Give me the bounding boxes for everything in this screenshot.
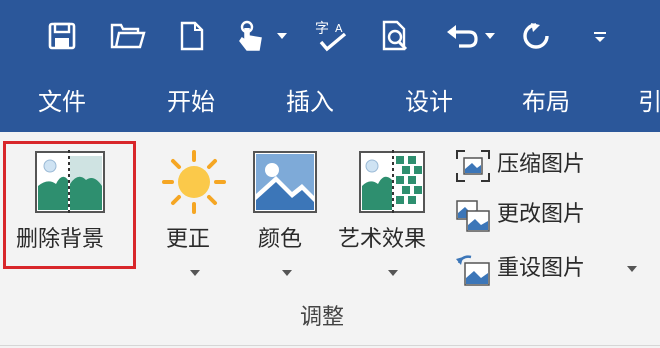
- open-folder-icon: [110, 23, 146, 49]
- customize-icon: [594, 32, 606, 42]
- color-button[interactable]: 颜色: [250, 146, 322, 286]
- artistic-effects-icon: [359, 150, 425, 214]
- reset-picture-button[interactable]: 重设图片: [455, 250, 645, 290]
- spelling-check-icon: 字 A: [315, 21, 347, 52]
- new-document-icon: [180, 21, 204, 51]
- group-divider: [0, 345, 660, 346]
- print-preview-button[interactable]: [378, 18, 414, 54]
- chevron-down-icon: [277, 33, 287, 39]
- group-label-adjust: 调整: [300, 305, 345, 330]
- customize-toolbar-button[interactable]: [588, 18, 612, 54]
- chevron-down-icon: [627, 266, 637, 272]
- picture-color-icon: [253, 151, 317, 213]
- new-document-button[interactable]: [176, 18, 208, 54]
- tab-file[interactable]: 文件: [38, 86, 86, 118]
- tab-design[interactable]: 设计: [405, 86, 453, 118]
- tab-layout[interactable]: 布局: [522, 86, 570, 118]
- chevron-down-icon: [388, 270, 398, 276]
- compress-pictures-icon: [456, 150, 490, 182]
- tab-insert[interactable]: 插入: [286, 86, 334, 118]
- artistic-effects-label: 艺术效果: [338, 227, 427, 252]
- spelling-check-button[interactable]: 字 A: [312, 18, 352, 54]
- save-icon: [48, 22, 76, 50]
- highlight-box: [3, 141, 136, 269]
- undo-icon: [447, 25, 478, 48]
- corrections-label: 更正: [166, 227, 211, 252]
- save-button[interactable]: [44, 18, 80, 54]
- change-picture-button[interactable]: 更改图片: [455, 196, 615, 236]
- color-label: 颜色: [258, 227, 303, 252]
- svg-text:字: 字: [315, 21, 329, 37]
- change-picture-label: 更改图片: [497, 202, 586, 227]
- ribbon-tabs: 文件 开始 插入 设计 布局 引: [0, 72, 660, 132]
- compress-pictures-button[interactable]: 压缩图片: [455, 146, 615, 186]
- redo-button[interactable]: [518, 18, 554, 54]
- touch-mode-icon: [239, 20, 262, 51]
- reset-picture-icon: [456, 255, 490, 286]
- compress-pictures-label: 压缩图片: [497, 152, 586, 177]
- open-button[interactable]: [108, 18, 148, 54]
- chevron-down-icon: [282, 270, 292, 276]
- svg-text:A: A: [335, 22, 343, 35]
- chevron-down-icon: [485, 33, 495, 39]
- tab-references[interactable]: 引: [638, 86, 660, 118]
- redo-icon: [523, 23, 549, 49]
- change-picture-icon: [456, 200, 490, 232]
- tab-home[interactable]: 开始: [167, 86, 215, 118]
- print-preview-icon: [382, 20, 408, 51]
- quick-access-toolbar: 字 A: [0, 0, 660, 72]
- reset-picture-label: 重设图片: [497, 256, 586, 281]
- sun-icon: [162, 150, 226, 214]
- undo-button[interactable]: [440, 18, 500, 54]
- artistic-effects-button[interactable]: 艺术效果: [336, 146, 448, 286]
- touch-mode-button[interactable]: [230, 18, 292, 54]
- chevron-down-icon: [190, 270, 200, 276]
- corrections-button[interactable]: 更正: [160, 146, 230, 286]
